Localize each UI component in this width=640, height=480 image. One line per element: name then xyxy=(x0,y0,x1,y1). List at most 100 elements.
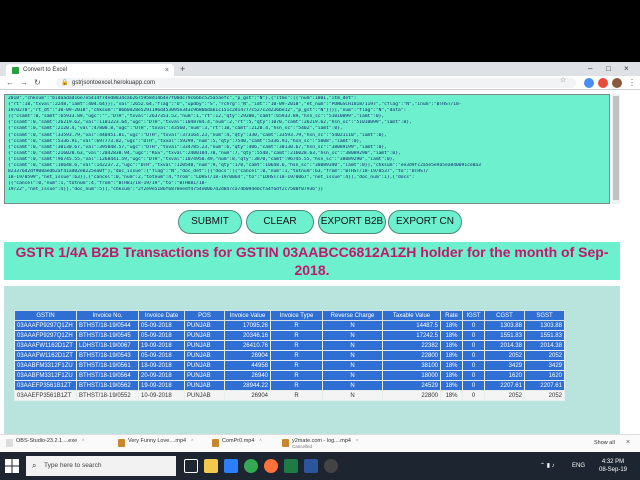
table-cell: PUNJAB xyxy=(184,350,225,361)
chevron-down-icon[interactable]: ⌃ xyxy=(190,439,194,445)
close-icon[interactable]: × xyxy=(626,439,630,446)
video-file-icon xyxy=(282,439,289,447)
table-cell: N xyxy=(322,340,383,351)
table-row[interactable]: 03AAAFP9297Q1ZH BTHST/18-19/0544 05-09-201… xyxy=(14,320,565,331)
column-header[interactable]: Reverse Charge xyxy=(322,310,383,321)
address-bar[interactable]: 🔒 gstrjsontoexcel.herokuapp.com xyxy=(56,78,576,88)
table-cell: 1551.83 xyxy=(484,330,525,341)
table-cell: 19-09-2018 xyxy=(138,340,185,351)
download-item[interactable]: y2mate.com - log....mp4 Cancelled ⌃ xyxy=(282,438,382,450)
menu-icon[interactable]: ⋮ xyxy=(628,77,636,89)
table-cell: 2207.61 xyxy=(524,380,565,391)
table-cell: 03AAAFW1162D1ZT xyxy=(14,350,77,361)
profile-avatar-icon[interactable] xyxy=(612,78,622,88)
show-all-link[interactable]: Show all xyxy=(594,440,615,446)
chevron-down-icon[interactable]: ⌃ xyxy=(81,439,85,445)
clock[interactable]: 4:32 PM 08-Sep-19 xyxy=(596,458,630,474)
scrollbar-thumb[interactable] xyxy=(613,96,619,200)
column-header[interactable]: IGST xyxy=(462,310,485,321)
column-header[interactable]: Invoice Date xyxy=(138,310,185,321)
extension-icon[interactable] xyxy=(598,78,608,88)
table-cell: 05-09-2018 xyxy=(138,320,185,331)
download-item[interactable]: OBS-Studio-23.2.1....exe ⌃ xyxy=(6,438,114,450)
obs-icon[interactable] xyxy=(324,459,338,473)
table-row[interactable]: 03AABFM3312F1ZU BTHST/18-19/0561 18-09-201… xyxy=(14,360,565,371)
maximize-icon[interactable]: □ xyxy=(606,63,611,74)
column-header[interactable]: Rate xyxy=(440,310,463,321)
download-item[interactable]: Very Funny Love....mp4 ⌃ xyxy=(118,438,208,450)
word-icon[interactable] xyxy=(304,459,318,473)
table-cell: PUNJAB xyxy=(184,380,225,391)
column-header[interactable]: Invoice Type xyxy=(270,310,323,321)
table-cell: 1551.83 xyxy=(524,330,565,341)
table-cell: 10-09-2018 xyxy=(138,390,185,401)
chevron-down-icon[interactable]: ⌃ xyxy=(258,439,262,445)
table-cell: PUNJAB xyxy=(184,360,225,371)
table-cell: 24529 xyxy=(382,380,441,391)
task-view-icon[interactable] xyxy=(184,459,198,473)
language-indicator[interactable]: ENG xyxy=(572,452,585,480)
table-cell: N xyxy=(322,320,383,331)
table-row[interactable]: 03AAAFP9297Q1ZH BTHST/18-19/0545 05-09-201… xyxy=(14,330,565,341)
table-cell: R xyxy=(270,330,323,341)
download-name: Very Funny Love....mp4 xyxy=(128,438,187,444)
table-cell: 05-09-2018 xyxy=(138,350,185,361)
tab-title: Convert to Excel xyxy=(23,67,68,73)
window-close-icon[interactable]: × xyxy=(624,63,629,74)
extension-icon[interactable] xyxy=(584,78,594,88)
table-cell: BTHST/18-19/0543 xyxy=(76,350,139,361)
export-b2b-button[interactable]: EXPORT B2B xyxy=(318,210,386,234)
chevron-down-icon[interactable]: ⌃ xyxy=(355,439,359,445)
store-icon[interactable] xyxy=(224,459,238,473)
chrome-icon[interactable] xyxy=(244,459,258,473)
firefox-icon[interactable] xyxy=(264,459,278,473)
table-cell: 03AAAFP9297Q1ZH xyxy=(14,320,77,331)
minimize-icon[interactable]: – xyxy=(588,63,592,74)
column-header[interactable]: Taxable Value xyxy=(382,310,441,321)
action-buttons: SUBMIT CLEAR EXPORT B2B EXPORT CN xyxy=(0,210,640,234)
tab-convert-to-excel[interactable]: Convert to Excel × xyxy=(6,64,174,76)
excel-icon[interactable] xyxy=(284,459,298,473)
tab-strip: Convert to Excel × + – □ × xyxy=(0,62,640,76)
table-cell: N xyxy=(322,330,383,341)
column-header[interactable]: GSTIN xyxy=(14,310,77,321)
table-cell: 2052 xyxy=(524,390,565,401)
column-header[interactable]: Invoice Value xyxy=(224,310,271,321)
table-cell: 18-09-2018 xyxy=(138,360,185,371)
column-header[interactable]: Invoice No. xyxy=(76,310,139,321)
clock-time: 4:32 PM xyxy=(601,459,625,465)
forward-icon[interactable]: → xyxy=(20,77,28,89)
table-cell: PUNJAB xyxy=(184,390,225,401)
table-cell: BTHST/18-19/0552 xyxy=(76,390,139,401)
column-header[interactable]: CGST xyxy=(484,310,525,321)
table-cell: R xyxy=(270,320,323,331)
table-row[interactable]: 03AAAFW1162D1ZT LDHST/18-19/0067 19-09-201… xyxy=(14,340,565,351)
new-tab-icon[interactable]: + xyxy=(180,64,185,75)
export-cn-button[interactable]: EXPORT CN xyxy=(388,210,462,234)
table-row[interactable]: 03AAAFW1162D1ZT BTHST/18-19/0543 05-09-201… xyxy=(14,350,565,361)
table-row[interactable]: 03AAEFP3561B1ZT BTHST/18-19/0562 19-09-201… xyxy=(14,380,565,391)
tab-close-icon[interactable]: × xyxy=(165,67,169,74)
json-input-textarea[interactable]: 2018","chksum":"bidaadad16e7e5414f74ed88… xyxy=(4,94,610,204)
page-title: GSTR 1/4A B2B Transactions for GSTIN 03A… xyxy=(4,242,620,280)
file-explorer-icon[interactable] xyxy=(204,459,218,473)
submit-button[interactable]: SUBMIT xyxy=(178,210,242,234)
column-header[interactable]: POS xyxy=(184,310,225,321)
bookmark-star-icon[interactable]: ☆ xyxy=(560,76,566,86)
table-cell: 1620 xyxy=(524,370,565,381)
table-cell: 18% xyxy=(440,340,463,351)
table-row[interactable]: 03AAEFP3561B1ZT BTHST/18-19/0552 10-09-201… xyxy=(14,390,565,401)
windows-start-icon[interactable] xyxy=(4,458,20,474)
back-icon[interactable]: ← xyxy=(6,77,14,89)
table-row[interactable]: 03AABFM3312F1ZU BTHST/18-19/0564 20-09-201… xyxy=(14,370,565,381)
tray-icons[interactable]: ⌃ ▮ ♪ xyxy=(540,452,555,480)
clear-button[interactable]: CLEAR xyxy=(246,210,314,234)
taskbar-search-input[interactable]: ⌕ Type here to search xyxy=(26,456,176,476)
table-cell: 18% xyxy=(440,360,463,371)
column-header[interactable]: SGST xyxy=(524,310,565,321)
download-item[interactable]: ComPr0.mp4 ⌃ xyxy=(212,438,278,450)
table-cell: N xyxy=(322,370,383,381)
textarea-scrollbar[interactable] xyxy=(612,94,620,204)
table-cell: 2014.38 xyxy=(484,340,525,351)
reload-icon[interactable]: ↻ xyxy=(34,77,41,89)
